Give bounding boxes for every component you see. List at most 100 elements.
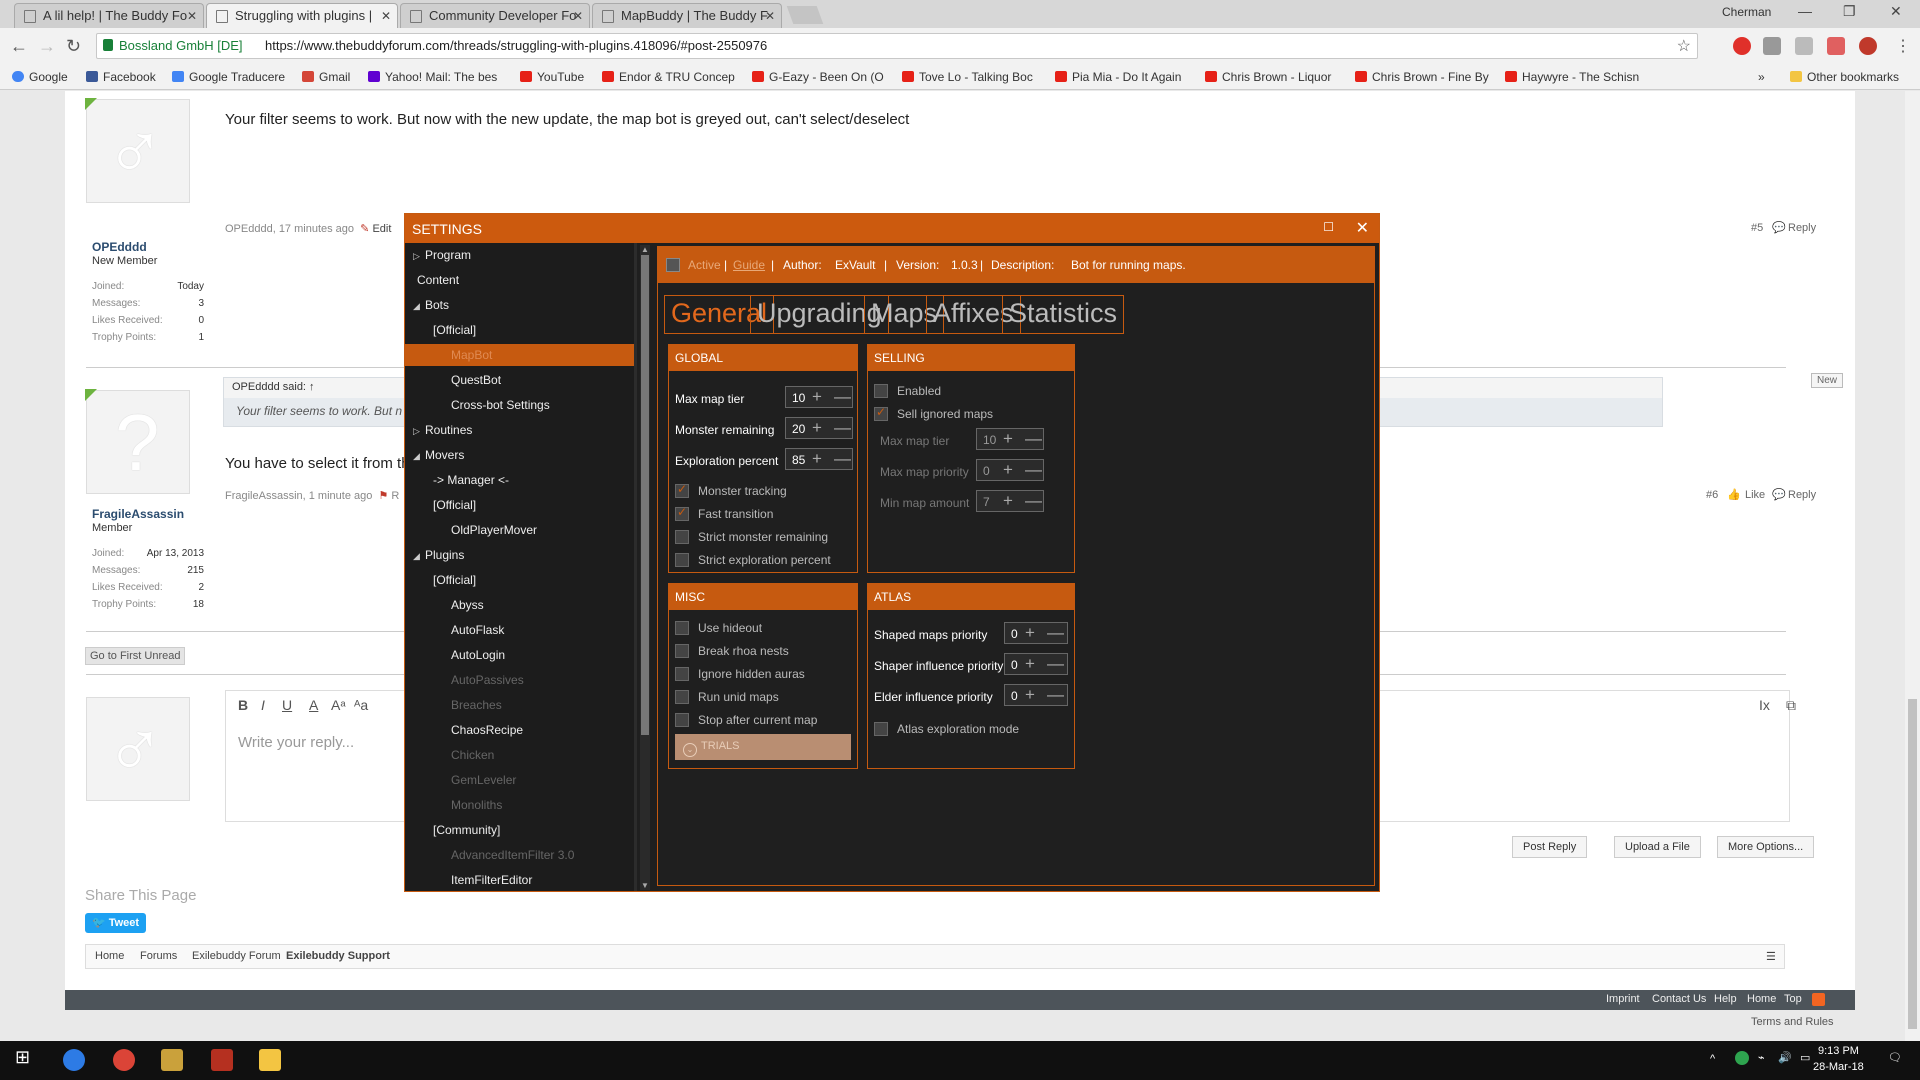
terms-link[interactable]: Terms and Rules [1751,1016,1834,1028]
selling-enabled-checkbox[interactable]: Enabled [874,384,941,398]
like-icon[interactable]: 👍 [1727,488,1741,501]
tree-item-plugins[interactable]: ◢ Plugins [413,548,464,562]
close-icon[interactable]: ✕ [381,4,391,28]
exilebuddy-icon[interactable] [161,1049,183,1071]
checkbox-box[interactable] [874,384,888,398]
tree-item-program[interactable]: ▷ Program [413,248,471,262]
monster-tracking-checkbox[interactable]: Monster tracking [675,482,787,498]
tray-app-icon[interactable] [1735,1051,1749,1065]
checkbox-box[interactable] [675,713,689,727]
tree-item-breaches[interactable]: Breaches [447,698,502,712]
bookmark-video[interactable]: Chris Brown - Liquor [1205,70,1331,84]
checkbox-box[interactable] [874,405,888,421]
rss-icon[interactable] [1812,993,1825,1006]
tree-item-autopassives[interactable]: AutoPassives [447,673,524,687]
bookmarks-overflow[interactable]: » [1758,70,1765,84]
display-icon[interactable]: ▭ [1800,1051,1810,1064]
minus-icon[interactable]: — [1047,654,1064,674]
toggle-bbcode-icon[interactable]: ⧉ [1786,697,1796,714]
minimize-icon[interactable]: — [1798,3,1812,19]
post-username[interactable]: OPEdddd [92,240,147,254]
checkbox-box[interactable] [675,482,689,498]
tree-item-official[interactable]: [Official] [429,498,476,512]
tree-item-questbot[interactable]: QuestBot [447,373,501,387]
bookmark-youtube[interactable]: YouTube [520,70,584,84]
plus-icon[interactable]: + [1025,654,1035,674]
font-family-icon[interactable]: ᴬa [354,697,368,713]
reply-input-placeholder[interactable]: Write your reply... [238,734,354,751]
menu-icon[interactable]: ⋮ [1895,36,1911,56]
remove-formatting-icon[interactable]: Ix [1759,697,1770,713]
back-icon[interactable]: ← [10,36,28,57]
opera-extension-icon[interactable] [1733,37,1751,55]
settings-titlebar[interactable]: SETTINGS ☐ ✕ [405,214,1379,243]
bookmark-gmail[interactable]: Gmail [302,70,350,84]
tree-item-chaosrecipe[interactable]: ChaosRecipe [447,723,523,737]
tray-expand-icon[interactable]: ^ [1710,1053,1715,1065]
elder-influence-priority-stepper[interactable]: 0 + — [1004,684,1068,706]
plus-icon[interactable]: + [1003,429,1013,449]
tree-item-manager[interactable]: -> Manager <- [429,473,509,487]
bookmark-facebook[interactable]: Facebook [86,70,156,84]
collapse-arrow-icon[interactable]: ◢ [413,451,425,462]
tab-statistics[interactable]: Statistics [1002,295,1125,334]
exploration-percent-stepper[interactable]: 85 + — [785,448,853,470]
tree-item-official[interactable]: [Official] [429,323,476,337]
minus-icon[interactable]: — [1025,460,1042,480]
clock-time[interactable]: 9:13 PM [1818,1045,1859,1057]
chrome-icon[interactable] [113,1049,135,1071]
shaped-maps-priority-stepper[interactable]: 0 + — [1004,622,1068,644]
post-number[interactable]: #6 [1706,489,1718,501]
close-icon[interactable]: ✕ [187,4,197,28]
reply-icon[interactable]: 💬 [1772,221,1786,234]
tree-scrollbar-thumb[interactable] [641,255,649,735]
tree-item-abyss[interactable]: Abyss [447,598,484,612]
checkbox-box[interactable] [675,553,689,567]
bookmark-google[interactable]: Google [12,70,68,84]
page-scrollbar[interactable] [1905,91,1920,1041]
extension-icon[interactable] [1827,37,1845,55]
tree-item-routines[interactable]: ▷ Routines [413,423,472,437]
extension-icon[interactable] [1795,37,1813,55]
tree-item-gemleveler[interactable]: GemLeveler [447,773,516,787]
plus-icon[interactable]: + [1025,623,1035,643]
close-window-icon[interactable]: ✕ [1890,3,1902,20]
tree-item-community[interactable]: [Community] [429,823,500,837]
report-icon[interactable]: ⚑ [378,490,388,502]
active-checkbox[interactable] [666,258,680,272]
avatar[interactable]: ? [85,389,190,494]
checkbox-box[interactable] [675,690,689,704]
strict-monster-remaining-checkbox[interactable]: Strict monster remaining [675,530,828,544]
footer-top[interactable]: Top [1784,993,1802,1005]
minus-icon[interactable]: — [1047,685,1064,705]
edit-link[interactable]: Edit [372,223,391,235]
checkbox-box[interactable] [675,530,689,544]
bookmark-video[interactable]: Chris Brown - Fine By [1355,70,1489,84]
collapse-arrow-icon[interactable]: ◢ [413,551,425,562]
url-text[interactable]: https://www.thebuddyforum.com/threads/st… [265,38,767,53]
run-unid-maps-checkbox[interactable]: Run unid maps [675,690,779,704]
tree-item-autoflask[interactable]: AutoFlask [447,623,504,637]
clock-date[interactable]: 28-Mar-18 [1813,1061,1864,1073]
profile-name[interactable]: Cherman [1722,5,1771,19]
maximize-icon[interactable]: ☐ [1323,220,1334,234]
plus-icon[interactable]: + [1025,685,1035,705]
tree-item-autologin[interactable]: AutoLogin [447,648,505,662]
browser-tab-3[interactable]: Community Developer Fo ✕ [400,3,590,28]
font-size-icon[interactable]: Aᵃ [331,697,346,713]
extension-icon[interactable] [1763,37,1781,55]
minus-icon[interactable]: — [1025,491,1042,511]
ignore-hidden-auras-checkbox[interactable]: Ignore hidden auras [675,667,805,681]
tree-item-itemfiltereditor[interactable]: ItemFilterEditor [447,873,532,887]
bookmark-yahoo[interactable]: Yahoo! Mail: The bes [368,70,497,84]
collapse-arrow-icon[interactable]: ◢ [413,301,425,312]
plus-icon[interactable]: + [1003,460,1013,480]
app-icon[interactable] [63,1049,85,1071]
forward-icon[interactable]: → [38,36,56,57]
sell-ignored-maps-checkbox[interactable]: Sell ignored maps [874,405,993,421]
minus-icon[interactable]: — [834,449,851,469]
minus-icon[interactable]: — [834,418,851,438]
underline-icon[interactable]: U [282,697,292,713]
notifications-icon[interactable]: 🗨 [1888,1051,1902,1064]
italic-icon[interactable]: I [261,697,265,713]
